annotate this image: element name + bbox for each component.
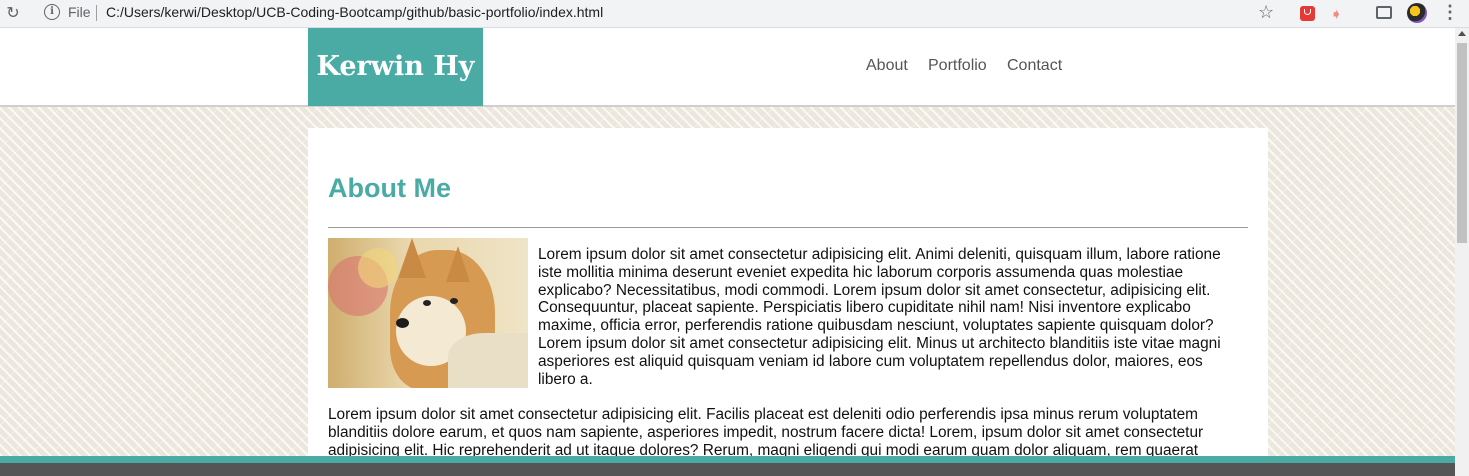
address-separator [96, 5, 97, 21]
page-title: About Me [328, 173, 451, 203]
site-footer [0, 456, 1455, 476]
about-card: About Me Lorem ipsum dolor sit amet cons… [308, 128, 1268, 476]
scroll-up-icon[interactable] [1458, 31, 1466, 36]
file-label: File [68, 4, 91, 20]
footer-bar [0, 463, 1455, 476]
nav-link-about[interactable]: About [866, 57, 908, 75]
info-icon[interactable]: i [44, 4, 60, 20]
browser-toolbar: ↻ i File C:/Users/kerwi/Desktop/UCB-Codi… [0, 0, 1469, 28]
profile-photo [328, 238, 528, 388]
scrollbar-thumb[interactable] [1457, 43, 1467, 243]
url-text[interactable]: C:/Users/kerwi/Desktop/UCB-Coding-Bootca… [106, 4, 603, 20]
about-paragraph-2: Lorem ipsum dolor sit amet consectetur a… [328, 406, 1204, 459]
cast-icon[interactable] [1376, 6, 1392, 19]
address-bar[interactable]: i File C:/Users/kerwi/Desktop/UCB-Coding… [34, 1, 1287, 25]
extension-icon[interactable]: ➧ [1330, 5, 1343, 23]
site-header: Kerwin Hy About Portfolio Contact [0, 28, 1455, 107]
page-viewport: Kerwin Hy About Portfolio Contact About … [0, 28, 1455, 476]
nav-link-contact[interactable]: Contact [1007, 57, 1062, 75]
star-icon[interactable]: ☆ [1258, 2, 1274, 23]
reload-icon[interactable]: ↻ [4, 4, 22, 24]
nav-link-portfolio[interactable]: Portfolio [928, 57, 987, 75]
about-paragraph-1: Lorem ipsum dolor sit amet consectetur a… [538, 246, 1221, 388]
scrollbar[interactable] [1455, 28, 1469, 476]
divider [328, 227, 1248, 228]
pocket-extension-icon[interactable] [1300, 6, 1315, 21]
site-logo[interactable]: Kerwin Hy [308, 28, 483, 106]
menu-icon[interactable]: ⋮ [1441, 2, 1459, 23]
profile-avatar[interactable] [1407, 3, 1427, 23]
